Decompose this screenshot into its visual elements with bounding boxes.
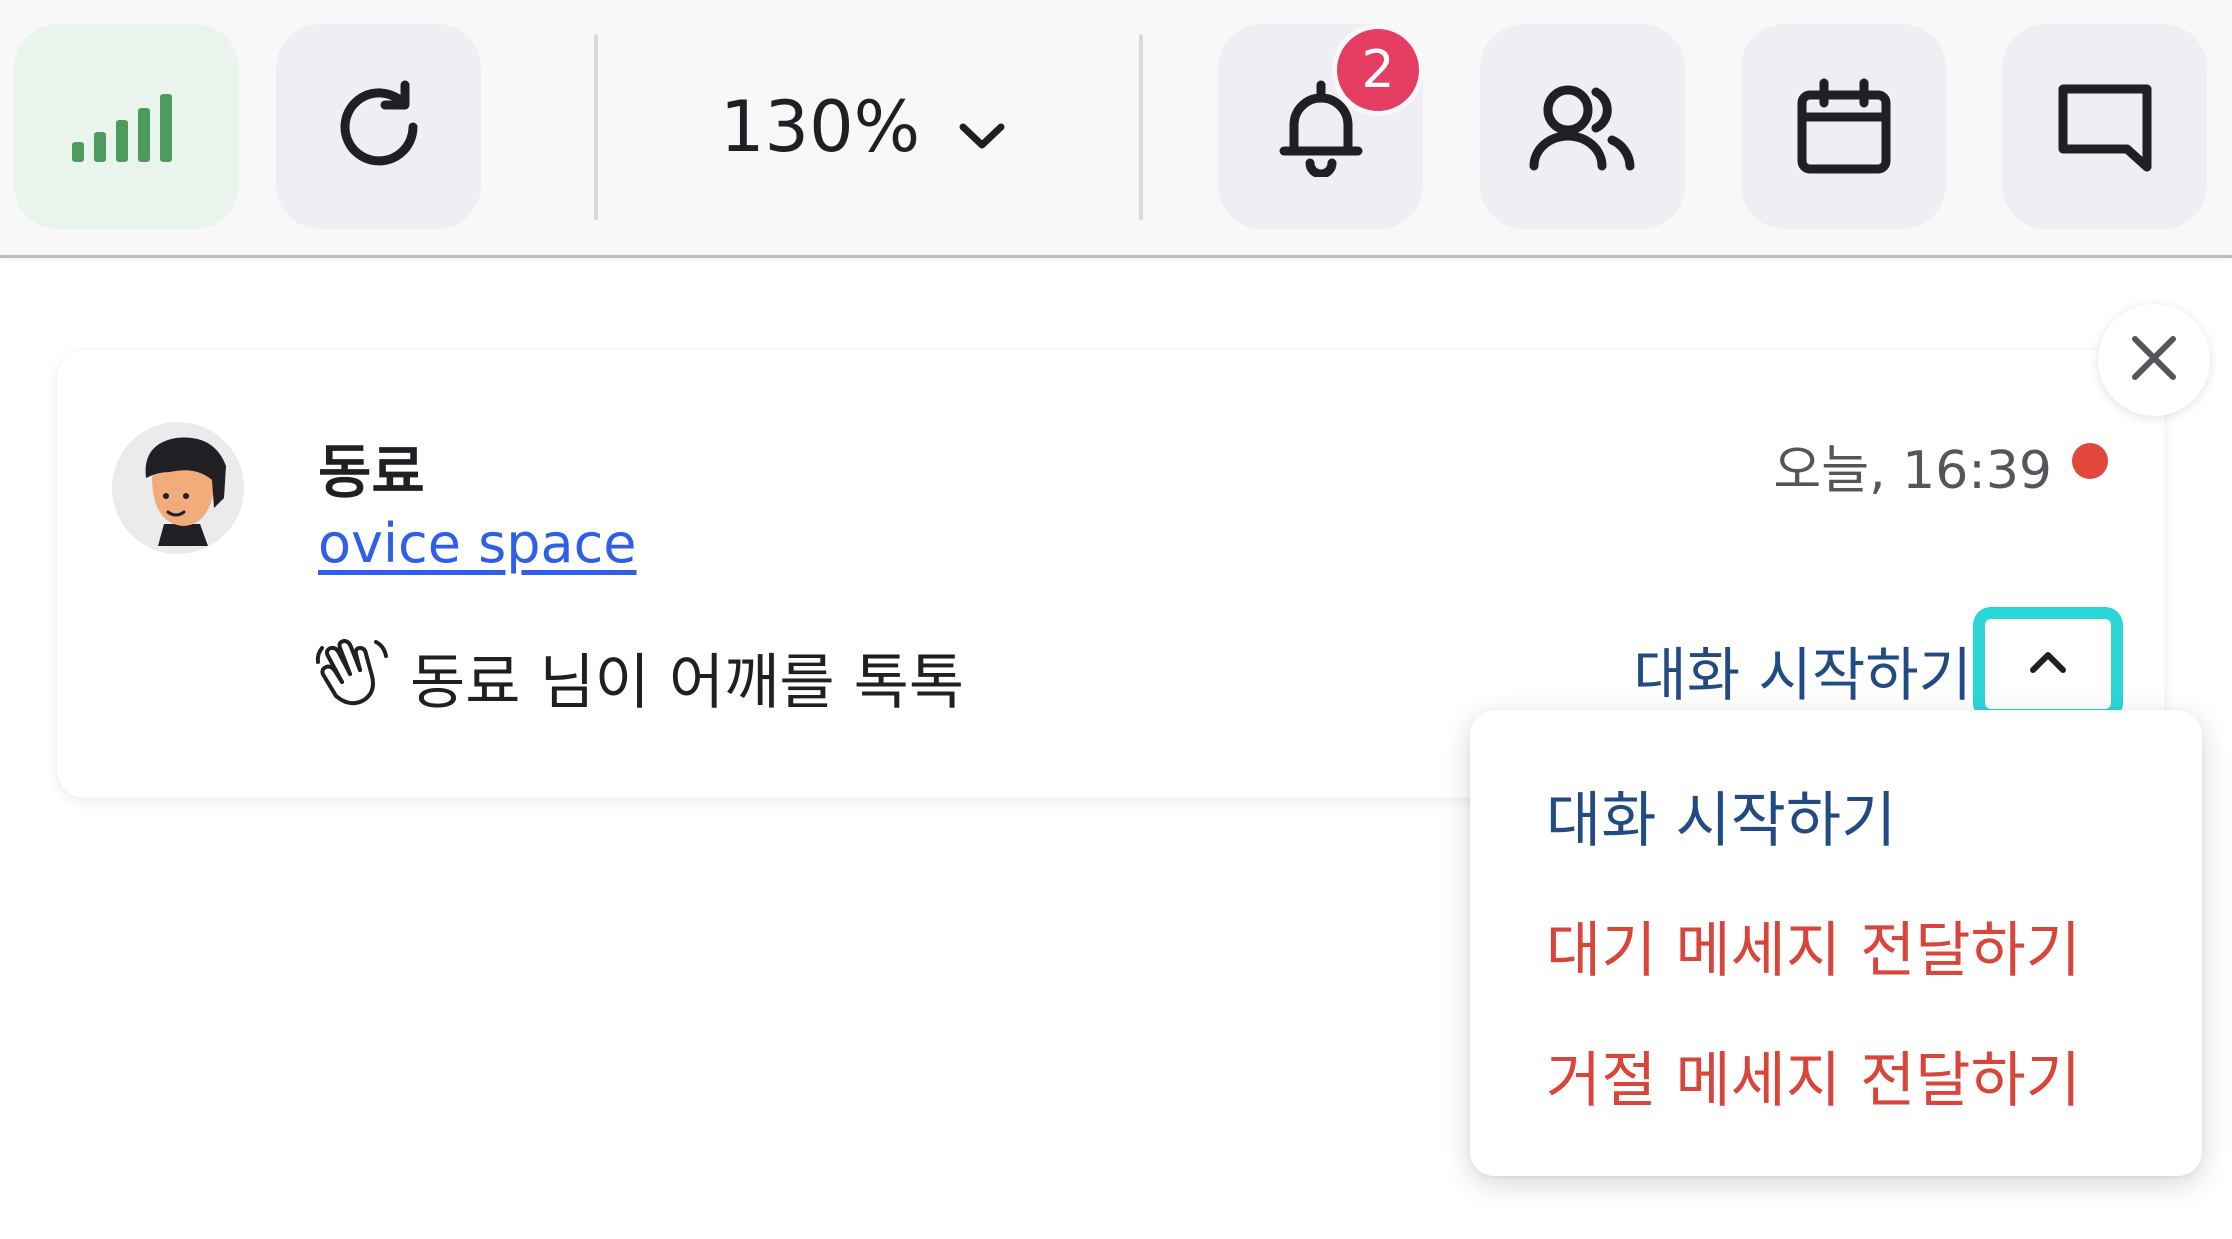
sender-name: 동료 [318, 438, 425, 506]
menu-item-send-decline-message[interactable]: 거절 메세지 전달하기 [1546, 1032, 2081, 1119]
close-icon [2131, 335, 2177, 385]
notification-timestamp: 오늘, 16:39 [1773, 441, 2052, 501]
zoom-select[interactable]: 130% [720, 24, 1006, 229]
calendar-button[interactable] [1741, 24, 1946, 229]
space-link[interactable]: ovice space [318, 512, 637, 575]
members-button[interactable] [1480, 24, 1685, 229]
close-notification-button[interactable] [2098, 304, 2210, 416]
notification-message: 동료 님이 어깨를 톡톡 [314, 632, 964, 723]
network-status-button[interactable] [14, 24, 239, 229]
actions-dropdown-toggle[interactable] [1973, 607, 2123, 721]
zoom-value: 130% [720, 85, 921, 168]
toolbar-divider [1139, 34, 1143, 220]
refresh-icon [329, 77, 429, 177]
message-text: 동료 님이 어깨를 톡톡 [410, 648, 965, 718]
calendar-icon [1794, 77, 1894, 177]
unread-indicator [2072, 443, 2108, 479]
notification-count-badge: 2 [1332, 24, 1424, 116]
menu-item-send-wait-message[interactable]: 대기 메세지 전달하기 [1546, 902, 2081, 989]
start-chat-button[interactable]: 대화 시작하기 [1633, 628, 1972, 712]
avatar [112, 422, 244, 554]
chat-button[interactable] [2002, 24, 2207, 229]
signal-bars-icon [71, 92, 182, 162]
actions-dropdown-menu: 대화 시작하기 대기 메세지 전달하기 거절 메세지 전달하기 [1470, 710, 2202, 1176]
toolbar-divider [594, 34, 598, 220]
top-toolbar: 130% 2 [0, 0, 2232, 258]
waving-hand-icon [314, 632, 390, 723]
chevron-up-icon [2028, 649, 2068, 679]
people-icon [1528, 82, 1638, 172]
refresh-button[interactable] [276, 24, 481, 229]
menu-item-start-chat[interactable]: 대화 시작하기 [1546, 772, 1896, 859]
chat-bubble-icon [2055, 77, 2155, 177]
chevron-down-icon [958, 86, 1006, 168]
